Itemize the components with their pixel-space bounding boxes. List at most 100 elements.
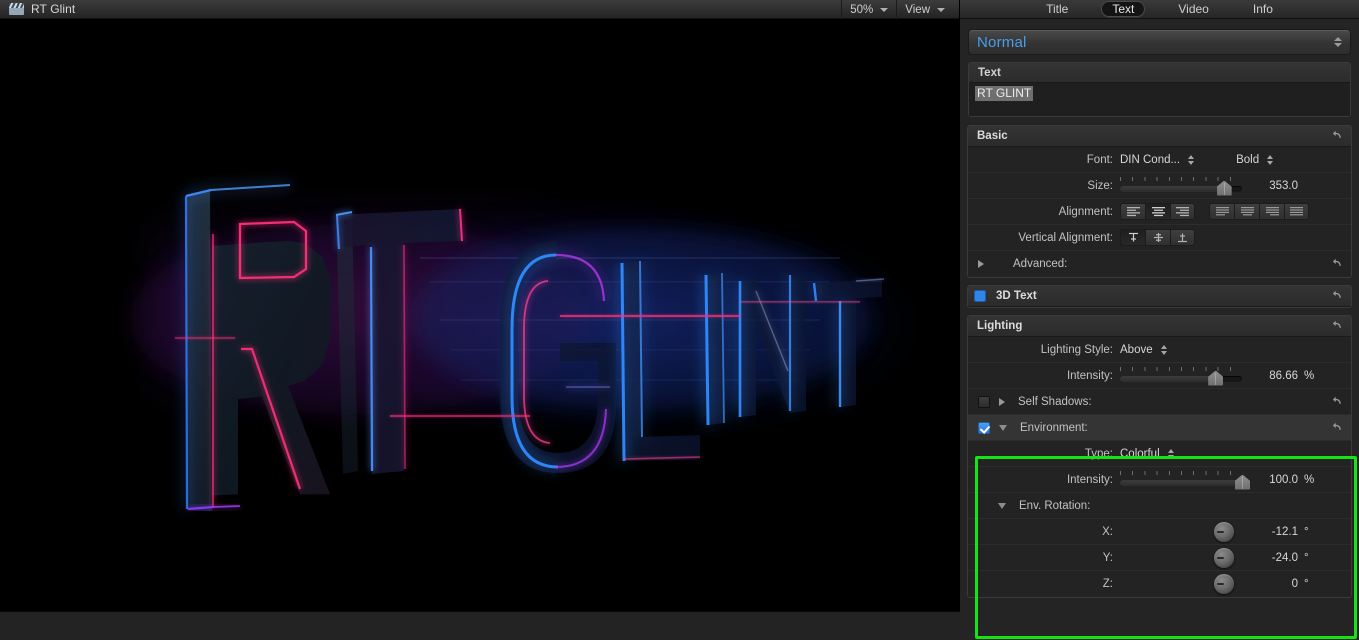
valign-top-button[interactable] (1120, 229, 1145, 246)
basic-section-header: Basic (968, 126, 1351, 147)
reset-icon[interactable] (1332, 129, 1343, 144)
alignment-label: Alignment: (1058, 205, 1113, 218)
reset-icon[interactable] (1332, 319, 1343, 334)
environment-intensity-label: Intensity: (1066, 473, 1113, 486)
lighting-intensity-thumb[interactable] (1208, 370, 1224, 386)
environment-intensity-slider[interactable] (1120, 470, 1250, 490)
text-panel-header: Text (969, 63, 1350, 83)
disclosure-triangle-icon[interactable] (999, 397, 1005, 406)
env-rotation-x-unit: ° (1304, 525, 1309, 538)
reset-icon[interactable] (1332, 395, 1343, 410)
lighting-style-label: Lighting Style: (1040, 343, 1113, 356)
tab-title[interactable]: Title (1035, 1, 1079, 17)
env-rotation-y-dial[interactable] (1214, 547, 1234, 568)
alignment-row: Alignment: (968, 199, 1351, 225)
lighting-intensity-row: Intensity: 86.66 % (968, 363, 1351, 389)
basic-panel: Basic Font: DIN Cond... Bold Size: 353.0… (967, 125, 1352, 278)
disclosure-triangle-icon[interactable] (978, 260, 984, 268)
env-rotation-x-dial[interactable] (1214, 521, 1234, 542)
env-rotation-y-label: Y: (1102, 551, 1113, 564)
lighting-intensity-slider[interactable] (1120, 366, 1242, 386)
justify-right-button[interactable] (1259, 203, 1284, 220)
lighting-intensity-value[interactable]: 86.66 (1242, 370, 1298, 382)
text-entry-panel: Text RT GLINT (968, 62, 1351, 117)
stepper-icon[interactable] (1267, 154, 1274, 165)
reset-icon[interactable] (1332, 289, 1343, 304)
align-right-button[interactable] (1170, 203, 1195, 220)
environment-row[interactable]: Environment: (968, 415, 1351, 441)
size-slider-thumb[interactable] (1216, 180, 1232, 196)
three-d-text-panel: 3D Text (967, 285, 1352, 308)
vertical-alignment-label: Vertical Alignment: (1018, 231, 1113, 244)
font-weight-popup[interactable]: Bold (1236, 153, 1274, 166)
font-family-popup[interactable]: DIN Cond... (1120, 154, 1195, 166)
environment-type-value: Colorful (1120, 447, 1160, 460)
env-rotation-z-unit: ° (1304, 578, 1309, 590)
text-style-value: Normal (977, 33, 1027, 51)
text-style-popup[interactable]: Normal (968, 29, 1351, 55)
lighting-style-popup[interactable]: Above (1120, 344, 1167, 356)
inspector-pane: Title Text Video Info Normal Text RT GLI… (960, 0, 1359, 640)
tab-video[interactable]: Video (1167, 1, 1219, 17)
zoom-level-button[interactable]: 50% (841, 0, 896, 19)
three-d-text-checkbox[interactable] (974, 290, 986, 302)
align-center-button[interactable] (1145, 203, 1170, 220)
tab-info[interactable]: Info (1242, 1, 1284, 17)
vertical-alignment-button-group (1120, 229, 1195, 246)
environment-rotation-label: Env. Rotation: (1019, 499, 1091, 512)
stepper-icon[interactable] (1167, 448, 1174, 459)
env-rotation-x-value[interactable]: -12.1 (1242, 526, 1298, 538)
size-slider[interactable] (1120, 176, 1242, 196)
justify-button-group (1209, 203, 1309, 220)
valign-middle-button[interactable] (1145, 229, 1170, 246)
env-rotation-z-value[interactable]: 0 (1242, 578, 1298, 590)
lighting-panel: Lighting Lighting Style: Above Intensity… (967, 315, 1352, 598)
font-label: Font: (1086, 153, 1113, 166)
viewer-canvas[interactable] (0, 19, 960, 611)
stepper-icon[interactable] (1188, 154, 1195, 165)
align-left-button[interactable] (1120, 203, 1145, 220)
font-weight-value: Bold (1236, 153, 1260, 166)
env-rotation-z-dial[interactable] (1214, 574, 1234, 594)
self-shadows-checkbox[interactable] (978, 395, 990, 408)
chevron-down-icon (937, 7, 945, 12)
three-d-text-section-header: 3D Text (968, 286, 1351, 307)
zoom-level-label: 50% (850, 3, 874, 16)
environment-intensity-unit: % (1304, 473, 1315, 486)
justify-center-button[interactable] (1234, 203, 1259, 220)
font-row: Font: DIN Cond... Bold (968, 147, 1351, 173)
inspector-tabbar: Title Text Video Info (960, 0, 1359, 19)
environment-rotation-row[interactable]: Env. Rotation: (968, 493, 1351, 519)
lighting-style-value: Above (1120, 343, 1153, 356)
valign-bottom-button[interactable] (1170, 229, 1195, 246)
environment-type-popup[interactable]: Colorful (1120, 448, 1174, 460)
environment-intensity-value[interactable]: 100.0 (1242, 474, 1298, 486)
env-rotation-y-unit: ° (1304, 551, 1309, 564)
lighting-intensity-label: Intensity: (1066, 369, 1113, 382)
alignment-button-group (1120, 203, 1195, 220)
environment-intensity-thumb[interactable] (1235, 474, 1250, 490)
disclosure-triangle-icon[interactable] (998, 502, 1006, 509)
lighting-style-row: Lighting Style: Above (968, 337, 1351, 363)
view-options-button[interactable]: View (896, 0, 953, 19)
lighting-section-header: Lighting (968, 316, 1351, 337)
size-row: Size: 353.0 (968, 173, 1351, 199)
environment-checkbox[interactable] (978, 421, 990, 434)
env-rotation-y-value[interactable]: -24.0 (1242, 552, 1298, 564)
env-rotation-x-row: X: -12.1 ° (968, 519, 1351, 545)
tab-text[interactable]: Text (1101, 1, 1146, 17)
justify-full-button[interactable] (1284, 203, 1309, 220)
reset-icon[interactable] (1332, 257, 1343, 272)
justify-left-button[interactable] (1209, 203, 1234, 220)
advanced-row[interactable]: Advanced: (968, 251, 1351, 277)
reset-icon[interactable] (1332, 421, 1343, 436)
stepper-icon[interactable] (1160, 344, 1167, 355)
size-value[interactable]: 353.0 (1242, 180, 1298, 192)
text-entry-field[interactable]: RT GLINT (969, 83, 1350, 116)
disclosure-triangle-icon[interactable] (999, 424, 1007, 431)
self-shadows-row[interactable]: Self Shadows: (968, 389, 1351, 415)
three-d-text-label: 3D Text (996, 290, 1037, 302)
3d-neon-text-artwork (0, 19, 960, 611)
environment-intensity-row: Intensity: 100.0 % (968, 467, 1351, 493)
stepper-icon[interactable] (1334, 37, 1342, 47)
